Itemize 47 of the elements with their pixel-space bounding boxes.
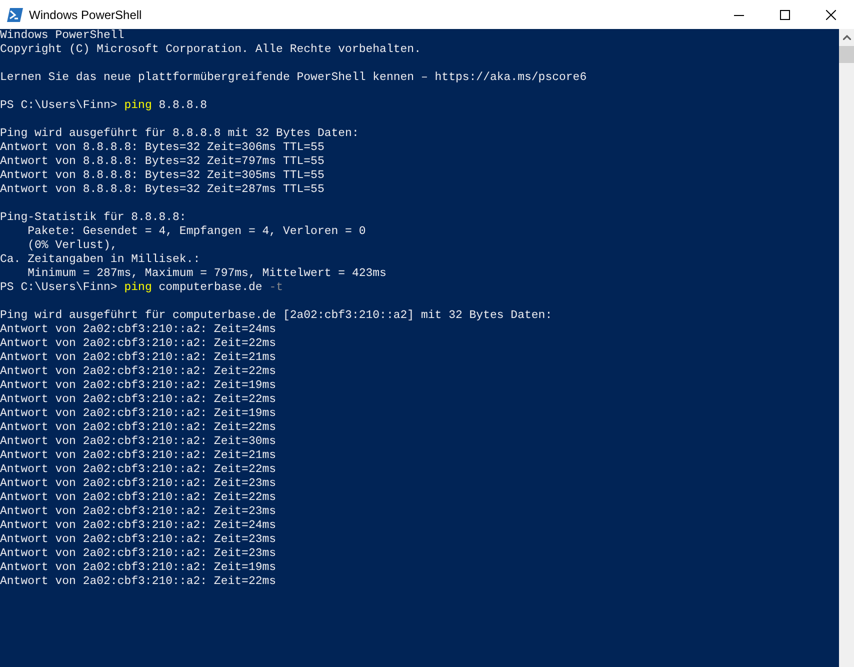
scrollbar-thumb[interactable]: [839, 46, 854, 63]
console-output-line: Antwort von 2a02:cbf3:210::a2: Zeit=22ms: [0, 421, 276, 434]
console-output-line: Copyright (C) Microsoft Corporation. Alle Rechte vorbehalten.: [0, 43, 421, 56]
caret-up-icon: [842, 35, 850, 40]
command-text: ping: [124, 99, 152, 112]
console-output-line: Antwort von 2a02:cbf3:210::a2: Zeit=19ms: [0, 379, 276, 392]
console-output-line: Pakete: Gesendet = 4, Empfangen = 4, Verloren = 0: [26, 225, 366, 238]
powershell-icon: [7, 8, 23, 22]
console-output-line: Antwort von 2a02:cbf3:210::a2: Zeit=22ms: [0, 491, 276, 504]
console-output-line: Antwort von 2a02:cbf3:210::a2: Zeit=22ms: [0, 365, 276, 378]
console-output-line: Lernen Sie das neue plattformübergreifende PowerShell kennen – https://aka.ms/pscore6: [0, 71, 587, 84]
maximize-icon: [780, 10, 790, 20]
console-output-line: Ping-Statistik für 8.8.8.8:: [0, 211, 186, 224]
console-output-line: Antwort von 2a02:cbf3:210::a2: Zeit=21ms: [0, 449, 276, 462]
console-output-line: Antwort von 8.8.8.8: Bytes=32 Zeit=287ms TTL=55: [0, 183, 324, 196]
console-output-line: Antwort von 2a02:cbf3:210::a2: Zeit=22ms: [0, 575, 276, 588]
console-output-line: Antwort von 2a02:cbf3:210::a2: Zeit=22ms: [0, 337, 276, 350]
console-output-line: Antwort von 2a02:cbf3:210::a2: Zeit=19ms: [0, 407, 276, 420]
prompt-text: PS C:\Users\Finn>: [0, 99, 118, 112]
console-output-line: Antwort von 2a02:cbf3:210::a2: Zeit=24ms: [0, 323, 276, 336]
command-text: ping: [124, 281, 152, 294]
close-icon: [826, 10, 836, 20]
console-output-line: (0% Verlust),: [26, 239, 118, 252]
console-output-line: Antwort von 8.8.8.8: Bytes=32 Zeit=306ms TTL=55: [0, 141, 324, 154]
console-output-line: Minimum = 287ms, Maximum = 797ms, Mittelwert = 423ms: [26, 267, 386, 280]
prompt-text: PS C:\Users\Finn>: [0, 281, 118, 294]
console-output-line: Antwort von 2a02:cbf3:210::a2: Zeit=30ms: [0, 435, 276, 448]
vertical-scrollbar[interactable]: [839, 29, 854, 667]
console-output-line: Antwort von 8.8.8.8: Bytes=32 Zeit=797ms TTL=55: [0, 155, 324, 168]
console-output-line: Antwort von 2a02:cbf3:210::a2: Zeit=23ms: [0, 477, 276, 490]
console-output-line: Antwort von 2a02:cbf3:210::a2: Zeit=23ms: [0, 505, 276, 518]
console-output-line: Antwort von 2a02:cbf3:210::a2: Zeit=23ms: [0, 533, 276, 546]
argument-text: computerbase.de: [158, 281, 262, 294]
console-output-line: Antwort von 2a02:cbf3:210::a2: Zeit=22ms: [0, 463, 276, 476]
console-output-line: Antwort von 2a02:cbf3:210::a2: Zeit=24ms: [0, 519, 276, 532]
console-output-line: Antwort von 2a02:cbf3:210::a2: Zeit=23ms: [0, 547, 276, 560]
console-output-line: Antwort von 2a02:cbf3:210::a2: Zeit=21ms: [0, 351, 276, 364]
parameter-text: -t: [269, 281, 283, 294]
console-output-line: Antwort von 2a02:cbf3:210::a2: Zeit=19ms: [0, 561, 276, 574]
console-output-line: Windows PowerShell: [0, 29, 124, 42]
console-output-line: Antwort von 2a02:cbf3:210::a2: Zeit=22ms: [0, 393, 276, 406]
console-output-line: Ping wird ausgeführt für 8.8.8.8 mit 32 Bytes Daten:: [0, 127, 359, 140]
console-output-line: Antwort von 8.8.8.8: Bytes=32 Zeit=305ms TTL=55: [0, 169, 324, 182]
argument-text: 8.8.8.8: [158, 99, 208, 112]
console-output-line: Ca. Zeitangaben in Millisek.:: [0, 253, 200, 266]
console-output-line: Ping wird ausgeführt für computerbase.de [2a02:cbf3:210::a2] mit 32 Bytes Daten:: [0, 309, 552, 322]
window-title: Windows PowerShell: [29, 8, 143, 22]
